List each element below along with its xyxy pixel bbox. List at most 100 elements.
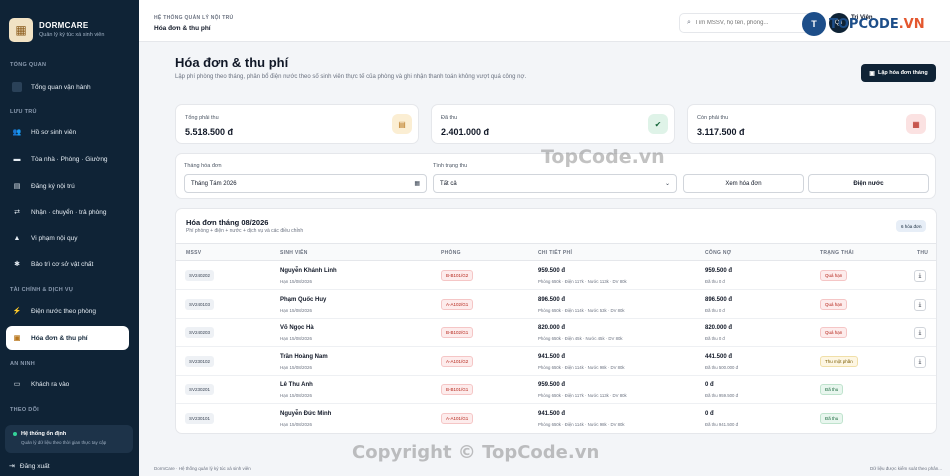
- table-row: SV240203 Võ Ngọc Hà Hạn 15/08/2026 B-B10…: [176, 319, 936, 347]
- sidebar-item-label: Đăng ký nội trú: [31, 182, 75, 190]
- status-badge: Thu một phần: [820, 356, 858, 367]
- fee-detail: Phòng 650k · Điện 114k · Nước 98k · DV 8…: [538, 422, 625, 427]
- brand[interactable]: ▦ DORMCARE Quản lý ký túc xá sinh viên: [0, 0, 139, 45]
- hand-coin-icon: ⤓: [918, 301, 922, 308]
- due-date: Hạn 15/08/2026: [280, 365, 313, 370]
- sidebar-item-label: Khách ra vào: [31, 380, 70, 388]
- debt-amount: 441.500 đ: [705, 354, 733, 360]
- topbar-title: Hóa đơn & thu phí: [154, 25, 211, 32]
- calendar-icon: ▦: [414, 181, 420, 187]
- fee-amount: 959.500 đ: [538, 382, 566, 388]
- status-dot-icon: [13, 432, 17, 436]
- logout-icon: ⇥: [9, 463, 15, 470]
- watermark-logo-prefix: TOPCODE: [829, 16, 899, 32]
- paid-amount: Đã thu 0 đ: [705, 336, 725, 341]
- invoice-table-card: Hóa đơn tháng 08/2026 Phí phòng + điện +…: [175, 208, 937, 434]
- sidebar-item-students[interactable]: 👥 Hồ sơ sinh viên: [6, 121, 133, 143]
- paid-amount: Đã thu 0 đ: [705, 279, 725, 284]
- sidebar-item-invoices[interactable]: ▣ Hóa đơn & thu phí: [6, 326, 129, 350]
- warning-icon: ▲: [13, 234, 21, 242]
- sidebar-item-registration[interactable]: ▤ Đăng ký nội trú: [6, 175, 133, 197]
- fee-detail: Phòng 650k · Điện 114k · Nước 53k · DV 8…: [538, 308, 625, 313]
- sidebar-item-visitors[interactable]: ▭ Khách ra vào: [6, 373, 133, 395]
- table-header: MSSV SINH VIÊN PHÒNG CHI TIẾT PHÍ CÔNG N…: [176, 243, 936, 261]
- fee-detail: Phòng 650k · Điện 45k · Nước 45k · DV 80…: [538, 336, 623, 341]
- brand-name: DORMCARE: [39, 21, 89, 30]
- section-label-security: AN NINH: [10, 361, 36, 367]
- chevron-down-icon: ⌄: [664, 181, 670, 187]
- status-badge: Quá hạn: [820, 270, 848, 281]
- debt-amount: 0 đ: [705, 411, 714, 417]
- table-title: Hóa đơn tháng 08/2026: [186, 218, 269, 227]
- stat-label: Đã thu: [441, 115, 458, 121]
- sidebar-item-checkin[interactable]: ⇄ Nhận · chuyển · trả phòng: [6, 201, 133, 223]
- fee-amount: 959.500 đ: [538, 268, 566, 274]
- fee-amount: 820.000 đ: [538, 325, 566, 331]
- sidebar-item-overview[interactable]: Tổng quan vận hành: [6, 76, 133, 98]
- room-chip: A-A101/G2: [441, 356, 474, 367]
- stat-label: Tổng phải thu: [185, 115, 219, 121]
- sidebar-item-violations[interactable]: ▲ Vi phạm nội quy: [6, 227, 133, 249]
- student-name: Võ Ngọc Hà: [280, 325, 314, 331]
- mssv-chip: SV230201: [185, 384, 215, 395]
- sidebar-item-utilities[interactable]: ⚡ Điện nước theo phòng: [6, 300, 133, 322]
- table-row: SV230201 Lê Thu Anh Hạn 15/08/2026 B-B10…: [176, 376, 936, 404]
- search-icon: ⌕: [687, 19, 691, 26]
- view-invoices-button[interactable]: Xem hóa đơn: [683, 174, 804, 193]
- status-label: Tình trạng thu: [433, 163, 468, 169]
- logout-button[interactable]: ⇥ Đăng xuất: [9, 462, 50, 471]
- collect-payment-button[interactable]: ⤓: [914, 270, 926, 282]
- column-header: THU: [917, 250, 929, 256]
- search-input[interactable]: [694, 20, 795, 26]
- status-badge: Đã thu: [820, 413, 844, 424]
- status-select[interactable]: Tất cả ⌄: [433, 174, 677, 193]
- mssv-chip: SV230102: [185, 356, 215, 367]
- bolt-icon: ⚡: [12, 308, 22, 315]
- footer-left: DormCare · Hệ thống quản lý ký túc xá si…: [154, 466, 251, 471]
- student-name: Phạm Quốc Huy: [280, 297, 327, 303]
- collect-payment-button[interactable]: ⤓: [914, 356, 926, 368]
- receipt-icon: ▣: [869, 70, 875, 77]
- topcode-logo: T TOPCODE.VN: [802, 12, 925, 36]
- invoice-count-badge: 6 hóa đơn: [896, 220, 927, 232]
- section-label-residence: LƯU TRÚ: [10, 109, 37, 115]
- mssv-chip: SV240202: [185, 270, 215, 281]
- month-field[interactable]: Tháng Tám 2026 ▦: [184, 174, 427, 193]
- column-header: MSSV: [186, 250, 202, 256]
- status-badge: Quá hạn: [820, 327, 848, 338]
- due-date: Hạn 15/08/2026: [280, 422, 313, 427]
- mssv-chip: SV240203: [185, 327, 215, 338]
- student-name: Lê Thu Anh: [280, 382, 313, 388]
- brand-subtitle: Quản lý ký túc xá sinh viên: [39, 32, 105, 38]
- column-header: CHI TIẾT PHÍ: [538, 250, 573, 256]
- create-invoice-label: Lập hóa đơn tháng: [877, 70, 928, 76]
- search-box[interactable]: ⌕: [679, 13, 817, 33]
- bed-icon: ▬: [13, 155, 21, 163]
- section-label-finance: TÀI CHÍNH & DỊCH VỤ: [10, 287, 74, 293]
- collect-payment-button[interactable]: ⤓: [914, 299, 926, 311]
- sidebar-item-rooms[interactable]: ▬ Tòa nhà · Phòng · Giường: [6, 148, 133, 170]
- table-subtitle: Phí phòng + điện + nước + dịch vụ và các…: [186, 228, 304, 234]
- logout-label: Đăng xuất: [19, 462, 50, 470]
- create-invoice-button[interactable]: ▣ Lập hóa đơn tháng: [861, 64, 936, 82]
- system-status-card: Hệ thống ổn định Quản lý dữ liệu theo th…: [5, 425, 133, 453]
- table-row: SV240103 Phạm Quốc Huy Hạn 15/08/2026 A-…: [176, 291, 936, 319]
- sidebar-item-label: Hồ sơ sinh viên: [31, 128, 77, 136]
- column-header: PHÒNG: [441, 250, 461, 256]
- check-icon: ✔: [648, 114, 668, 134]
- form-icon: ▤: [13, 183, 21, 190]
- sidebar: ▦ DORMCARE Quản lý ký túc xá sinh viên T…: [0, 0, 139, 476]
- room-chip: B-B102/G1: [441, 327, 474, 338]
- fee-amount: 941.500 đ: [538, 411, 566, 417]
- table-row: SV240202 Nguyễn Khánh Linh Hạn 15/08/202…: [176, 262, 936, 290]
- utilities-button[interactable]: Điện nước: [808, 174, 929, 193]
- watermark-logo-suffix: .VN: [898, 16, 925, 32]
- collect-payment-button[interactable]: ⤓: [914, 327, 926, 339]
- sidebar-item-label: Hóa đơn & thu phí: [31, 334, 88, 342]
- room-chip: A-A101/G1: [441, 413, 474, 424]
- debt-amount: 820.000 đ: [705, 325, 733, 331]
- sidebar-item-maintenance[interactable]: ✱ Bảo trì cơ sở vật chất: [6, 253, 133, 275]
- due-date: Hạn 15/08/2026: [280, 308, 313, 313]
- status-subtitle: Quản lý dữ liệu theo thời gian thực tay …: [21, 440, 107, 445]
- page-lead: Lập phí phòng theo tháng, phân bổ điện n…: [175, 74, 527, 80]
